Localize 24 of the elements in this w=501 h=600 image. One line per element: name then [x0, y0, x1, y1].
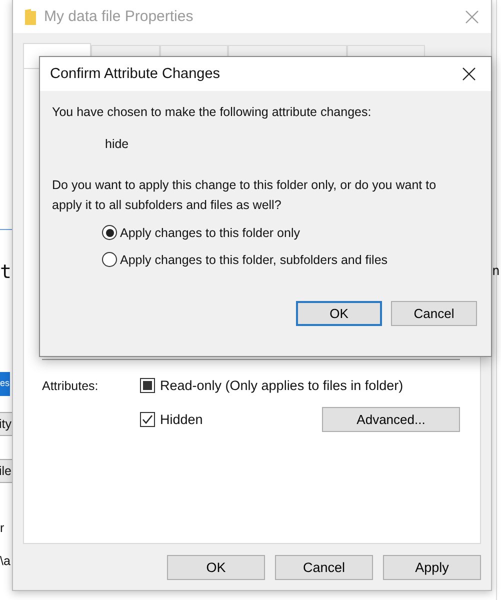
change-text: hide	[105, 137, 130, 151]
background-text: \a	[0, 553, 10, 570]
dialog-button[interactable]: OK	[296, 301, 382, 326]
advanced-button[interactable]: Advanced...	[322, 407, 460, 432]
folder-icon	[25, 8, 36, 24]
radio-label: Apply changes to this folder, subfolders and files	[120, 252, 388, 266]
checkbox[interactable]	[140, 412, 155, 427]
background-text: t	[0, 262, 12, 282]
checkbox-label: Read-only (Only applies to files in folder)	[160, 378, 404, 393]
radio-button[interactable]	[102, 225, 117, 240]
question-text: Do you want to apply this change to this folder only, or do you want to apply it to all subfolders and files as well?	[52, 177, 438, 214]
close-icon[interactable]	[462, 67, 476, 81]
radio-label: Apply changes to this folder only	[120, 226, 300, 240]
checkbox-label: Hidden	[160, 412, 203, 427]
window-title: My data file Properties	[44, 8, 194, 25]
attributes-label: Attributes:	[42, 378, 100, 395]
intro-text: You have chosen to make the following attribute changes:	[52, 105, 372, 119]
background-text: es	[0, 372, 10, 396]
background-text: r	[0, 520, 4, 537]
checkbox[interactable]	[140, 378, 155, 393]
dialog-title: Confirm Attribute Changes	[50, 66, 222, 82]
background-text: n	[492, 263, 500, 281]
radio-button[interactable]	[102, 252, 117, 267]
dialog-button[interactable]: Cancel	[391, 301, 477, 326]
